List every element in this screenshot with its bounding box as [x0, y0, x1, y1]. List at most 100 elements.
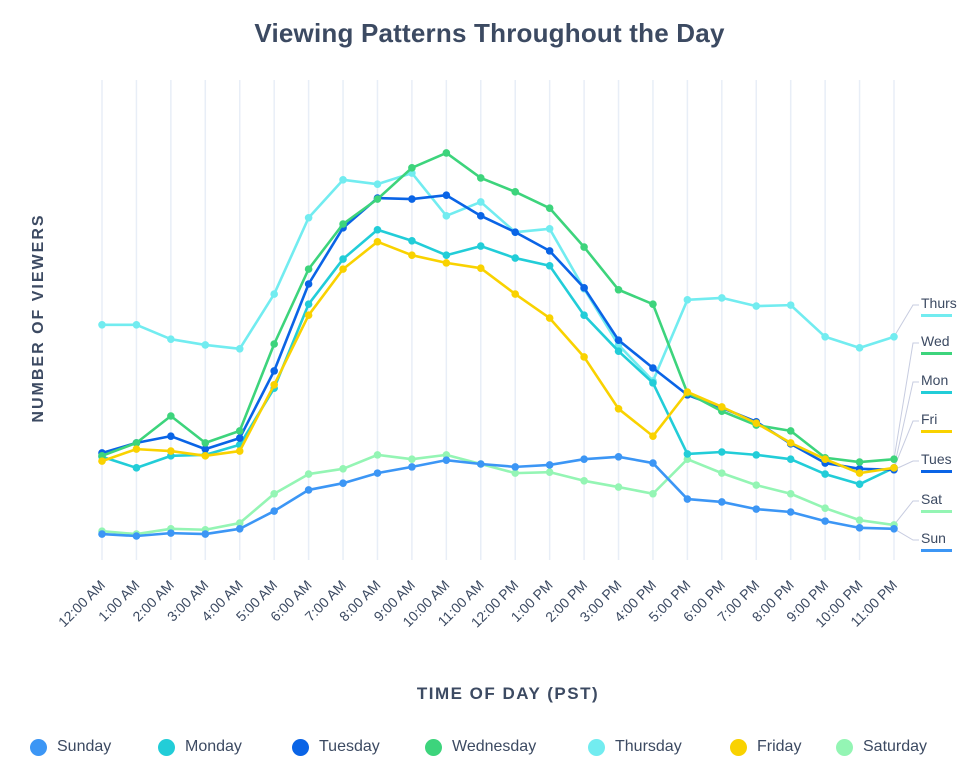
legend-item-sunday[interactable]: Sunday: [30, 738, 111, 756]
data-point[interactable]: [649, 364, 657, 372]
data-point[interactable]: [855, 458, 864, 466]
data-point[interactable]: [442, 251, 451, 259]
data-point[interactable]: [718, 403, 726, 411]
data-point[interactable]: [821, 333, 829, 341]
data-point[interactable]: [408, 237, 416, 245]
data-point[interactable]: [270, 290, 278, 298]
data-point[interactable]: [580, 243, 588, 251]
data-point[interactable]: [752, 505, 761, 513]
data-point[interactable]: [855, 516, 864, 524]
data-point[interactable]: [718, 469, 726, 477]
data-point[interactable]: [270, 381, 278, 389]
data-point[interactable]: [614, 347, 623, 356]
data-point[interactable]: [545, 261, 554, 270]
data-point[interactable]: [442, 212, 451, 220]
data-point[interactable]: [339, 265, 347, 273]
data-point[interactable]: [580, 311, 588, 320]
data-point[interactable]: [408, 455, 416, 464]
data-point[interactable]: [201, 452, 210, 460]
legend-item-thursday[interactable]: Thursday: [588, 738, 682, 756]
data-point[interactable]: [235, 525, 244, 533]
data-point[interactable]: [132, 532, 141, 540]
data-point[interactable]: [545, 461, 554, 469]
data-point[interactable]: [408, 463, 416, 471]
data-point[interactable]: [580, 455, 588, 464]
data-point[interactable]: [98, 321, 106, 329]
data-point[interactable]: [545, 247, 554, 255]
data-point[interactable]: [373, 195, 382, 203]
data-point[interactable]: [304, 280, 313, 288]
data-point[interactable]: [476, 242, 485, 250]
data-point[interactable]: [476, 460, 485, 468]
data-point[interactable]: [545, 204, 554, 212]
data-point[interactable]: [855, 524, 864, 532]
data-point[interactable]: [339, 255, 347, 263]
data-point[interactable]: [545, 468, 554, 476]
data-point[interactable]: [304, 265, 313, 273]
data-point[interactable]: [683, 296, 692, 304]
data-point[interactable]: [614, 336, 623, 344]
legend-item-saturday[interactable]: Saturday: [836, 738, 927, 756]
data-point[interactable]: [373, 180, 382, 188]
data-point[interactable]: [201, 341, 210, 349]
data-point[interactable]: [545, 314, 554, 322]
data-point[interactable]: [304, 213, 313, 222]
data-point[interactable]: [339, 176, 347, 184]
data-point[interactable]: [786, 427, 795, 435]
legend-item-wednesday[interactable]: Wednesday: [425, 738, 536, 756]
legend-item-monday[interactable]: Monday: [158, 738, 242, 756]
data-point[interactable]: [167, 529, 175, 537]
data-point[interactable]: [683, 388, 692, 396]
data-point[interactable]: [649, 300, 657, 308]
data-point[interactable]: [683, 495, 692, 503]
data-point[interactable]: [304, 486, 313, 494]
data-point[interactable]: [132, 464, 141, 472]
data-point[interactable]: [614, 453, 623, 461]
data-point[interactable]: [580, 353, 588, 361]
data-point[interactable]: [373, 469, 382, 477]
data-point[interactable]: [511, 463, 520, 471]
data-point[interactable]: [270, 507, 278, 515]
data-point[interactable]: [786, 489, 795, 498]
data-point[interactable]: [235, 427, 244, 435]
data-point[interactable]: [821, 470, 829, 478]
data-point[interactable]: [476, 212, 485, 220]
data-point[interactable]: [476, 174, 485, 182]
data-point[interactable]: [752, 451, 761, 459]
data-point[interactable]: [201, 439, 210, 447]
data-point[interactable]: [649, 459, 657, 467]
data-point[interactable]: [408, 251, 416, 259]
data-point[interactable]: [752, 481, 761, 489]
data-point[interactable]: [132, 321, 141, 329]
data-point[interactable]: [339, 220, 347, 228]
data-point[interactable]: [511, 228, 520, 236]
data-point[interactable]: [890, 525, 898, 533]
data-point[interactable]: [511, 188, 520, 196]
data-point[interactable]: [821, 504, 829, 512]
data-point[interactable]: [752, 419, 761, 428]
data-point[interactable]: [718, 448, 726, 456]
data-point[interactable]: [821, 517, 829, 525]
data-point[interactable]: [98, 530, 106, 538]
data-point[interactable]: [270, 367, 278, 375]
data-point[interactable]: [408, 195, 416, 203]
data-point[interactable]: [167, 335, 175, 344]
data-point[interactable]: [614, 405, 623, 413]
data-point[interactable]: [442, 191, 451, 199]
data-point[interactable]: [442, 259, 451, 267]
data-point[interactable]: [614, 483, 623, 491]
data-point[interactable]: [855, 344, 864, 352]
data-point[interactable]: [511, 254, 520, 262]
data-point[interactable]: [476, 264, 485, 272]
data-point[interactable]: [98, 457, 106, 465]
data-point[interactable]: [167, 412, 175, 420]
data-point[interactable]: [201, 530, 210, 538]
data-point[interactable]: [649, 379, 657, 387]
data-point[interactable]: [786, 508, 795, 516]
data-point[interactable]: [649, 432, 657, 440]
data-point[interactable]: [373, 225, 382, 234]
data-point[interactable]: [718, 498, 726, 506]
data-point[interactable]: [855, 469, 864, 477]
data-point[interactable]: [442, 456, 451, 464]
data-point[interactable]: [890, 333, 898, 341]
